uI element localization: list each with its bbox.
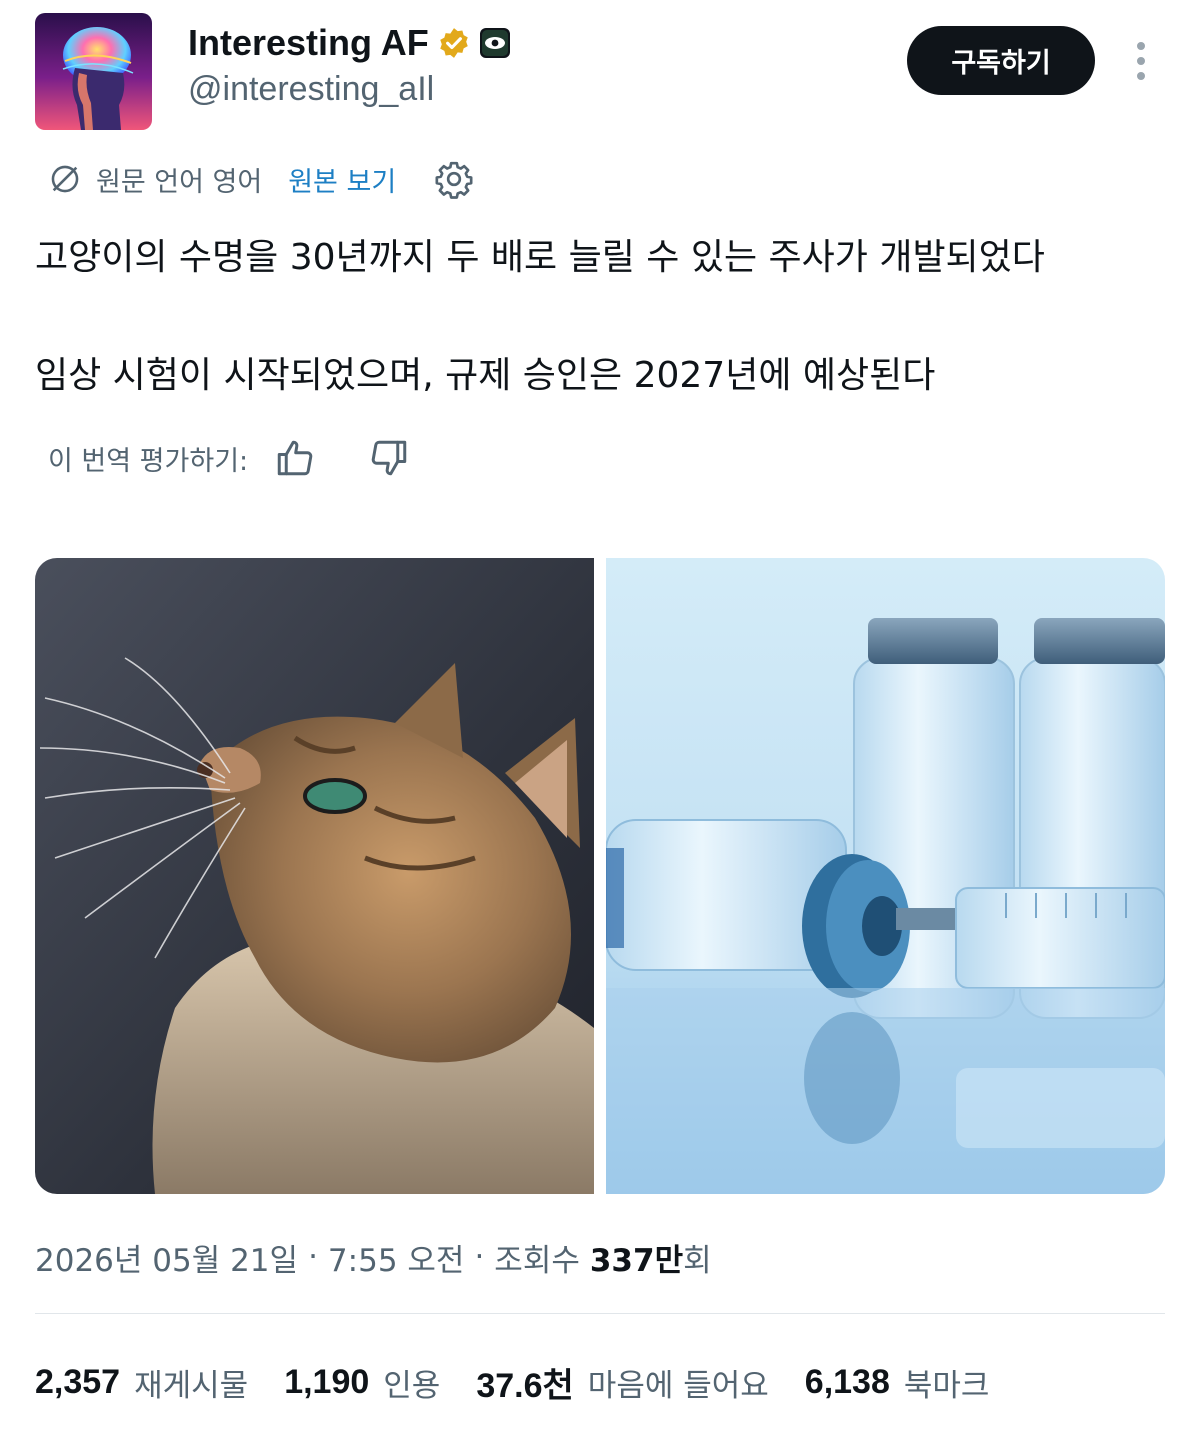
thumbs-down-icon[interactable]: [368, 437, 410, 479]
neon-brain-head-icon: [35, 13, 152, 130]
quotes-count[interactable]: 1,190: [284, 1363, 369, 1402]
translate-icon: [51, 165, 79, 193]
views-label: 조회수: [494, 1242, 580, 1279]
gear-icon[interactable]: [434, 159, 474, 199]
media-grid: [35, 558, 1165, 1194]
meta-separator: ·: [308, 1239, 318, 1275]
author-name-row: Interesting AF: [188, 22, 511, 64]
tweet-text-line-1: 고양이의 수명을 30년까지 두 배로 늘릴 수 있는 주사가 개발되었다: [35, 237, 1045, 278]
avatar[interactable]: [35, 13, 152, 130]
divider: [35, 1313, 1165, 1314]
engagement-stats: 2,357 재게시물 1,190 인용 37.6천 마음에 들어요 6,138 …: [35, 1356, 1025, 1408]
rate-translation-bar: 이 번역 평가하기:: [48, 432, 410, 484]
views-count: 337만: [589, 1242, 684, 1279]
quotes-label[interactable]: 인용: [383, 1360, 440, 1405]
tweet-date[interactable]: 2026년 05월 21일: [35, 1235, 298, 1280]
bookmarks-label[interactable]: 북마크: [904, 1360, 990, 1405]
tweet-time[interactable]: 7:55 오전: [328, 1235, 465, 1280]
bookmarks-count[interactable]: 6,138: [805, 1363, 890, 1402]
meta-separator: ·: [474, 1239, 485, 1275]
more-dot: [1137, 57, 1145, 65]
thumbs-up-icon[interactable]: [274, 437, 316, 479]
reposts-label[interactable]: 재게시물: [134, 1360, 248, 1405]
display-name[interactable]: Interesting AF: [188, 22, 429, 64]
views-suffix: 회: [683, 1242, 712, 1279]
likes-count[interactable]: 37.6천: [476, 1358, 573, 1407]
verified-badge-icon: [439, 28, 468, 58]
tweet-text: 고양이의 수명을 30년까지 두 배로 늘릴 수 있는 주사가 개발되었다 임상…: [35, 228, 1175, 408]
translation-bar: 원문 언어 영어 원본 보기: [48, 157, 474, 201]
vaccine-vials-photo[interactable]: [606, 558, 1165, 1194]
handle[interactable]: @interesting_aIl: [188, 70, 434, 109]
more-vertical-icon[interactable]: [1124, 36, 1158, 86]
tweet-meta: 2026년 05월 21일 · 7:55 오전 · 조회수 337만 회: [35, 1232, 712, 1282]
eye-badge-icon: [479, 28, 510, 58]
reposts-count[interactable]: 2,357: [35, 1363, 120, 1402]
likes-label[interactable]: 마음에 들어요: [588, 1360, 769, 1405]
more-dot: [1137, 72, 1145, 80]
tweet-text-line-2: 임상 시험이 시작되었으며, 규제 승인은 2027년에 예상된다: [35, 355, 936, 396]
rate-prompt: 이 번역 평가하기:: [48, 445, 249, 477]
source-language-note: 원문 언어 영어: [96, 166, 263, 198]
cat-photo[interactable]: [35, 558, 594, 1194]
subscribe-button[interactable]: 구독하기: [907, 26, 1095, 95]
view-original-link[interactable]: 원본 보기: [288, 160, 396, 199]
more-dot: [1137, 42, 1145, 50]
